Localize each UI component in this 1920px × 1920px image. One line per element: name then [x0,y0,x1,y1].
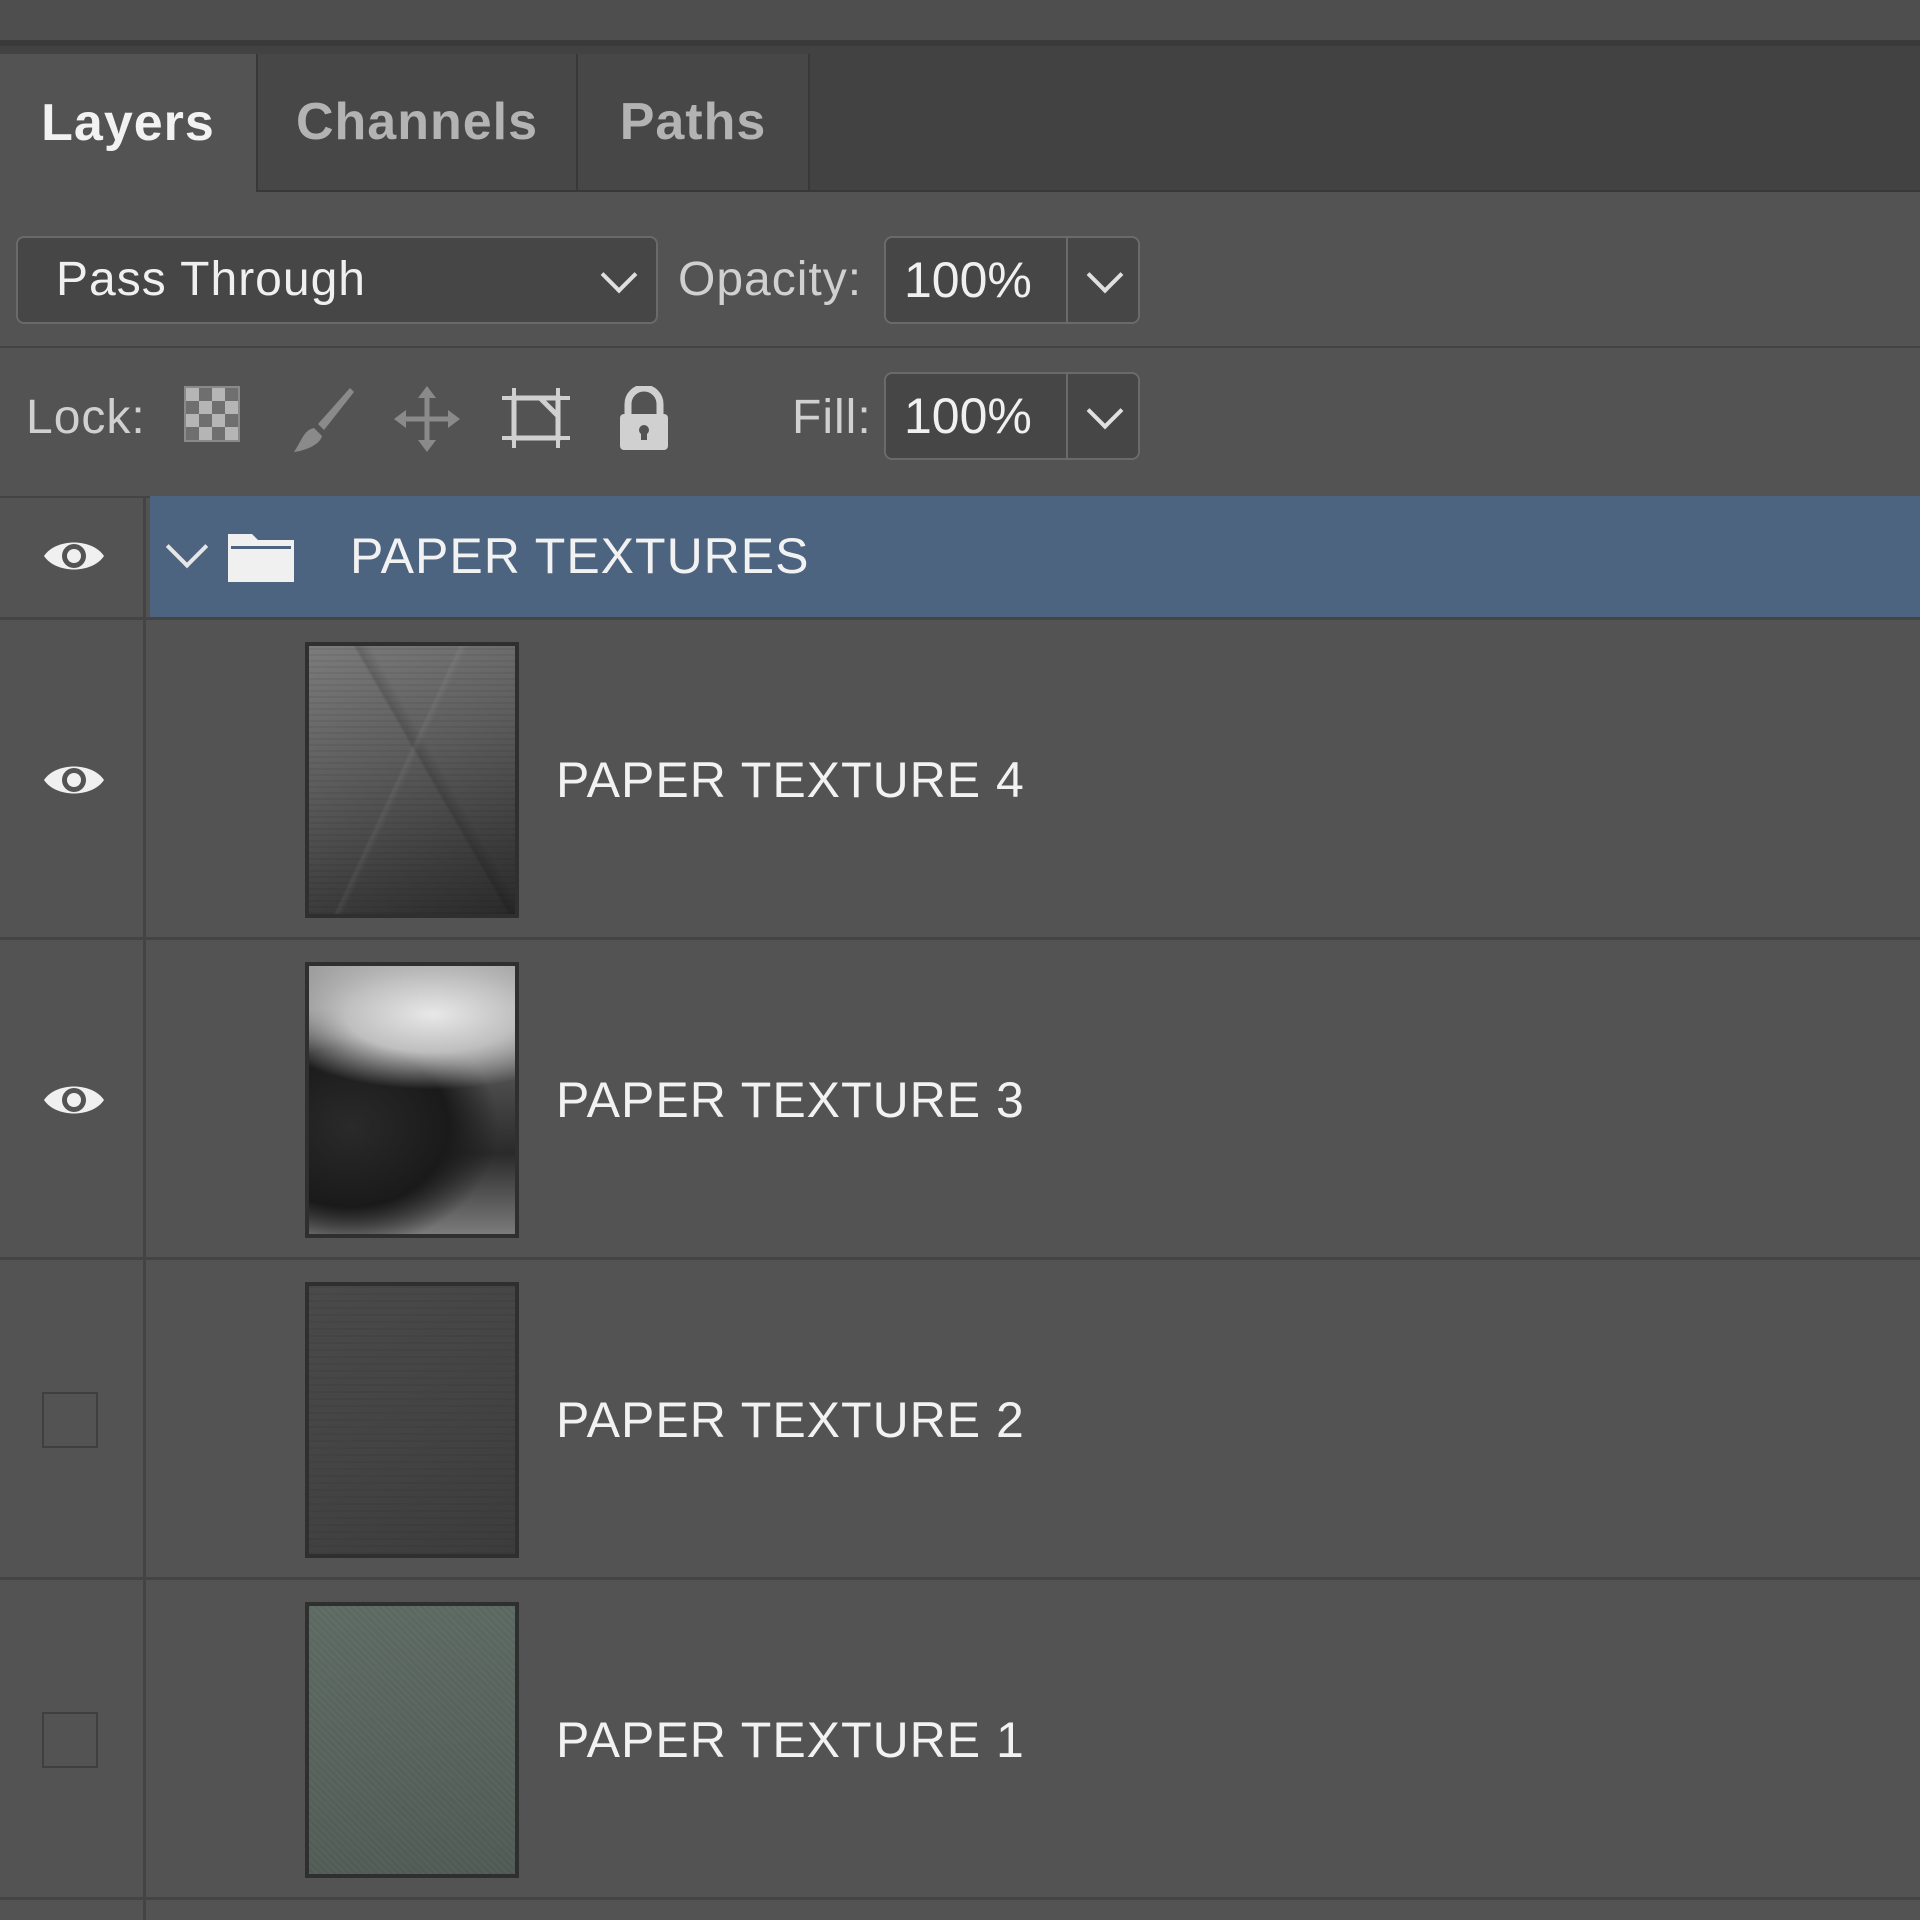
layer-thumbnail[interactable] [305,962,519,1238]
chevron-down-icon [600,256,638,294]
lock-artboard-icon[interactable] [500,386,570,450]
empty-row [0,1900,146,1920]
layer-name[interactable]: PAPER TEXTURE 4 [556,620,1025,940]
panel-tab-bar: Layers Channels Paths [0,46,1920,192]
opacity-value[interactable]: 100% [904,238,1066,322]
layer-name[interactable]: PAPER TEXTURE 2 [556,1260,1025,1580]
visibility-toggle-empty[interactable] [42,1712,98,1768]
lock-options-row: Lock: Fill: 100% [0,348,1920,498]
fill-value[interactable]: 100% [904,374,1066,458]
eye-icon[interactable] [42,536,106,576]
opacity-chevron-down-icon[interactable] [1086,256,1124,294]
visibility-cell[interactable] [0,496,146,617]
layers-panel: Layers Channels Paths Pass Through Opaci… [0,0,1920,1920]
visibility-toggle-empty[interactable] [42,1392,98,1448]
opacity-divider [1066,238,1068,322]
tab-paths[interactable]: Paths [578,54,810,190]
layer-row[interactable]: PAPER TEXTURE 4 [0,620,1920,940]
layer-row[interactable]: PAPER TEXTURE 2 [0,1260,1920,1580]
visibility-cell[interactable] [0,620,146,937]
layer-name[interactable]: PAPER TEXTURE 3 [556,940,1025,1260]
lock-all-icon[interactable] [614,384,678,450]
tab-layers[interactable]: Layers [0,54,258,192]
blend-options-row: Pass Through Opacity: 100% [0,190,1920,348]
opacity-field[interactable]: 100% [884,236,1140,324]
layer-name[interactable]: PAPER TEXTURE 1 [556,1580,1025,1900]
tab-channels[interactable]: Channels [258,54,578,190]
layer-thumbnail[interactable] [305,1602,519,1878]
fill-divider [1066,374,1068,458]
eye-icon[interactable] [42,760,106,800]
lock-transparent-pixels-icon[interactable] [184,386,248,450]
panel-top-strip [0,0,1920,46]
blend-mode-dropdown[interactable]: Pass Through [16,236,658,324]
folder-icon [228,534,294,582]
blend-mode-value: Pass Through [56,253,366,306]
group-name[interactable]: PAPER TEXTURES [350,496,809,617]
opacity-label: Opacity: [678,253,863,306]
layer-group-row[interactable]: PAPER TEXTURES [0,496,1920,620]
visibility-cell[interactable] [0,940,146,1257]
fill-label: Fill: [792,391,872,444]
fill-field[interactable]: 100% [884,372,1140,460]
visibility-cell[interactable] [0,1260,146,1577]
visibility-cell[interactable] [0,1580,146,1897]
layer-row[interactable]: PAPER TEXTURE 1 [0,1580,1920,1900]
lock-image-pixels-icon[interactable] [290,386,354,452]
eye-icon[interactable] [42,1080,106,1120]
layer-row[interactable]: PAPER TEXTURE 3 [0,940,1920,1260]
lock-position-icon[interactable] [394,386,460,452]
layer-thumbnail[interactable] [305,642,519,918]
fill-chevron-down-icon[interactable] [1086,392,1124,430]
lock-label: Lock: [26,391,146,444]
layer-thumbnail[interactable] [305,1282,519,1558]
